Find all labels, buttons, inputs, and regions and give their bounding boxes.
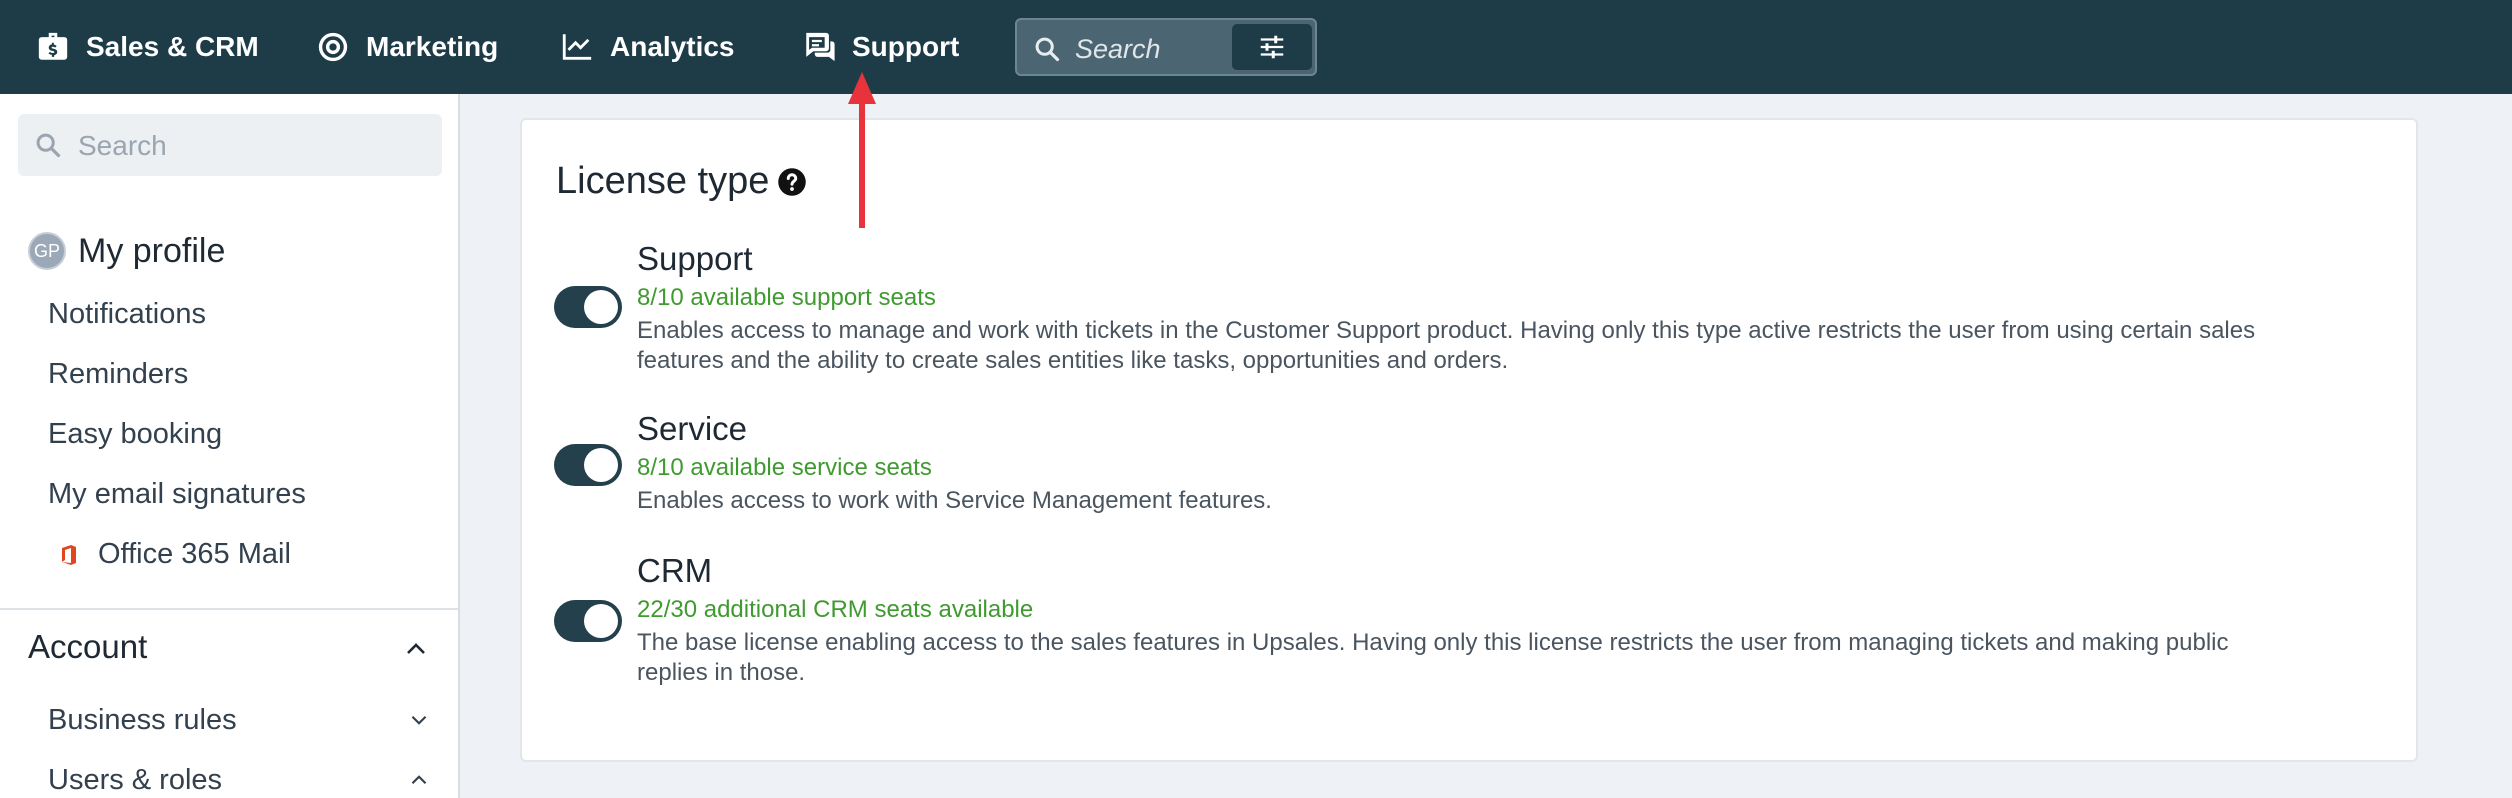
nav-marketing-label: Marketing: [366, 31, 499, 62]
chat-bubbles-icon: [806, 32, 835, 62]
avatar: GP: [28, 232, 66, 270]
search-filter-button[interactable]: [1232, 24, 1312, 70]
top-navigation: Sales & CRM Marketing Analytics Support …: [0, 0, 2512, 94]
license-type-title: License type: [556, 160, 770, 202]
briefcase-dollar-icon: [38, 32, 68, 60]
toggle-knob: [584, 448, 618, 482]
sidebar-item-notifications[interactable]: Notifications: [48, 298, 206, 331]
sidebar-item-reminders[interactable]: Reminders: [48, 358, 188, 391]
global-search-placeholder: Search: [1075, 34, 1161, 64]
annotation-arrow-icon: [848, 72, 876, 228]
sliders-icon: [1260, 35, 1284, 59]
chevron-up-icon[interactable]: [405, 642, 427, 656]
license-type-heading: License type: [556, 160, 807, 203]
license-name-service: Service: [637, 410, 748, 447]
settings-sidebar: Search GP My profile Notifications Remin…: [0, 94, 460, 798]
license-name-support: Support: [637, 240, 753, 277]
sidebar-search-placeholder: Search: [78, 130, 167, 161]
license-desc-support: Enables access to manage and work with t…: [637, 317, 2256, 374]
nav-support[interactable]: Support: [802, 0, 959, 94]
license-type-card: License type Support 8/10 available supp…: [520, 118, 2418, 762]
sidebar-search-input[interactable]: Search: [18, 114, 442, 176]
sidebar-my-profile[interactable]: GP My profile: [28, 230, 225, 272]
sidebar-item-email-signatures[interactable]: My email signatures: [48, 478, 306, 511]
my-profile-label: My profile: [78, 231, 226, 270]
target-icon: [318, 32, 348, 62]
sidebar-section-account[interactable]: Account: [28, 628, 147, 666]
nav-analytics[interactable]: Analytics: [560, 0, 735, 94]
sidebar-item-office365-mail[interactable]: Office 365 Mail: [60, 538, 291, 571]
toggle-knob: [584, 604, 618, 638]
sidebar-divider: [0, 608, 458, 610]
office365-icon: [62, 544, 76, 565]
office365-mail-label: Office 365 Mail: [98, 538, 291, 570]
nav-support-label: Support: [852, 31, 960, 62]
sidebar-item-business-rules[interactable]: Business rules: [48, 704, 237, 737]
nav-sales-crm-label: Sales & CRM: [86, 31, 259, 62]
sidebar-item-users-roles[interactable]: Users & roles: [48, 764, 222, 797]
toggle-knob: [584, 290, 618, 324]
crm-license-toggle[interactable]: [554, 600, 622, 642]
license-name-crm: CRM: [637, 552, 713, 589]
chevron-down-icon[interactable]: [410, 714, 428, 726]
support-license-toggle[interactable]: [554, 286, 622, 328]
license-desc-crm: The base license enabling access to the …: [637, 629, 2229, 686]
nav-sales-crm[interactable]: Sales & CRM: [36, 0, 259, 94]
nav-analytics-label: Analytics: [610, 31, 735, 62]
search-icon: [1035, 37, 1060, 62]
license-desc-service: Enables access to work with Service Mana…: [637, 487, 1272, 514]
chevron-up-icon[interactable]: [410, 774, 428, 786]
sidebar-item-easy-booking[interactable]: Easy booking: [48, 418, 222, 451]
license-seats-service: 8/10 available service seats: [637, 454, 932, 481]
global-search[interactable]: Search: [1015, 18, 1317, 76]
help-icon[interactable]: [777, 167, 807, 197]
license-seats-support: 8/10 available support seats: [637, 284, 936, 311]
line-chart-icon: [562, 34, 592, 60]
service-license-toggle[interactable]: [554, 444, 622, 486]
nav-marketing[interactable]: Marketing: [316, 0, 498, 94]
license-seats-crm: 22/30 additional CRM seats available: [637, 596, 1034, 623]
search-icon: [36, 133, 61, 158]
